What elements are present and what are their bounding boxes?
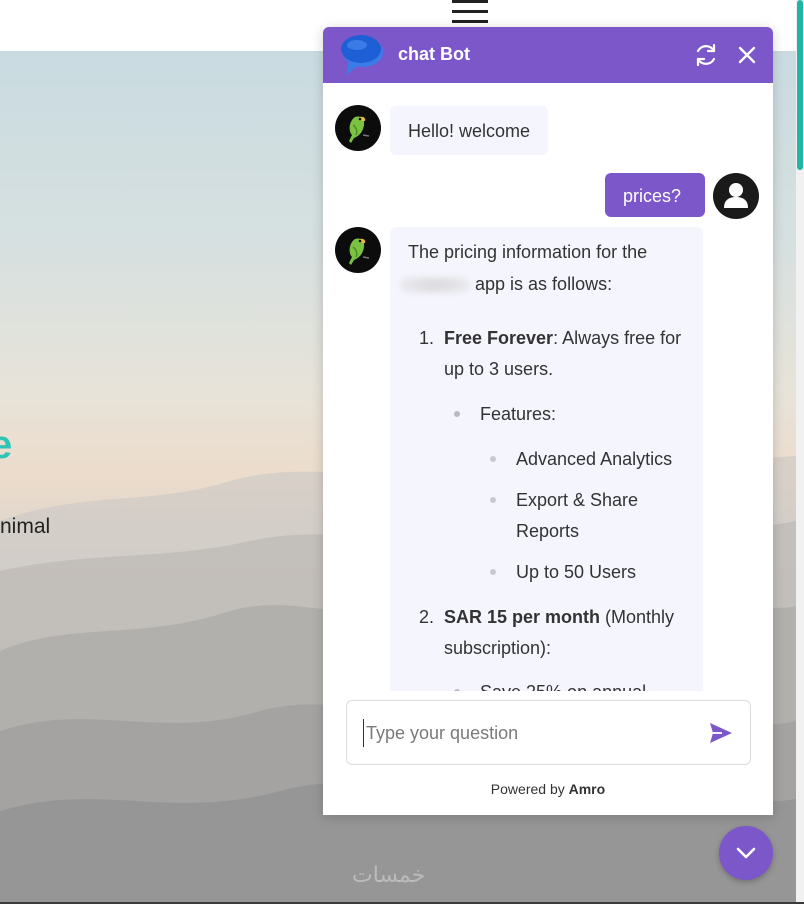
plan-1-desc-b: up to 3 users. [444,359,554,379]
bullet-icon [490,456,496,462]
hamburger-menu-icon[interactable] [452,0,488,26]
features-label: Features: [480,404,557,424]
powered-by: Powered by Amro [323,781,773,797]
message-list[interactable]: Hello! welcome prices? The pricing infor… [323,83,773,691]
bullet-icon [490,569,496,575]
plan-2-number: 2. [419,607,435,627]
user-message-bubble: prices? [605,173,705,217]
scrollbar-thumb[interactable] [797,0,803,170]
bot-reply-bubble: The pricing information for the app is a… [390,227,703,691]
bot-avatar-parrot-icon [335,227,381,273]
feature-2b: Reports [516,521,580,541]
redacted-app-name [400,276,470,295]
bullet-icon [454,689,460,691]
plan-2-desc-b: subscription): [444,638,552,658]
feature-2a: Export & Share [516,490,639,510]
plan-1-name: Free Forever [444,328,554,348]
chat-title: chat Bot [398,44,470,64]
bot-avatar-parrot-icon [335,105,381,151]
question-input-box [346,700,751,765]
bot-message-text: Hello! welcome [408,121,531,141]
user-avatar-icon [713,173,759,219]
plan-2-partial: Save 25% on annual [480,682,646,691]
reply-line-1: The pricing information for the [408,242,648,262]
bullet-icon [454,411,460,417]
plan-2-desc-a: (Monthly [600,607,675,627]
send-icon[interactable] [709,722,733,744]
chat-header: chat Bot [323,27,773,83]
hero-accent-letter: e [0,423,13,467]
plan-2-line-a: SAR 15 per month (Monthly [444,607,674,628]
powered-by-brand[interactable]: Amro [569,781,606,797]
refresh-icon[interactable] [693,42,719,68]
powered-by-label: Powered by [490,781,565,797]
reply-line-2-text: app is as follows: [475,274,613,294]
watermark: خمسات [352,863,426,888]
feature-1: Advanced Analytics [516,449,673,469]
bot-message-bubble: Hello! welcome [390,106,548,155]
plan-2-name: SAR 15 per month [444,607,601,627]
bullet-icon [490,497,496,503]
chat-toggle-button[interactable] [719,826,773,880]
chat-widget: chat Bot Hello! welcome prices? The pric… [323,27,773,815]
page-scrollbar[interactable] [796,0,804,904]
user-message-text: prices? [623,186,682,206]
plan-1-number: 1. [419,328,435,348]
hero-text: nimal [0,515,51,538]
question-input[interactable] [363,719,683,747]
reply-line-2: app is as follows: [400,274,612,295]
chat-bubble-icon [339,33,385,77]
plan-1-line-a: Free Forever: Always free for [444,328,681,349]
close-icon[interactable] [734,42,760,68]
feature-3: Up to 50 Users [516,562,637,582]
chevron-down-icon [736,847,756,859]
plan-1-desc-a: : Always free for [553,328,682,348]
